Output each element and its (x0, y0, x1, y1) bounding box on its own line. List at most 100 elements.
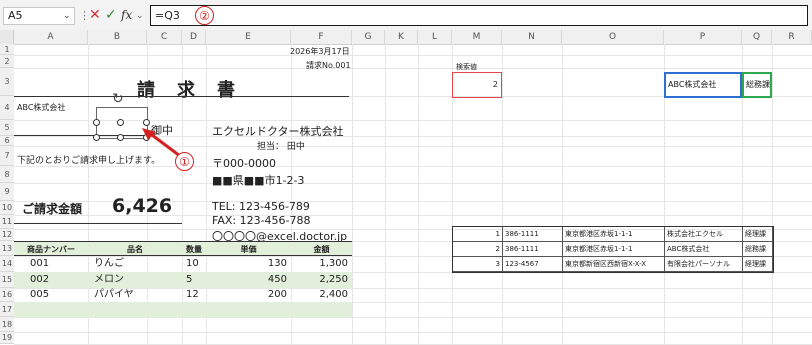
table-cell[interactable]: りんご (88, 256, 182, 272)
row-header[interactable]: 19 (0, 332, 14, 344)
row-header[interactable]: 7 (0, 146, 14, 166)
row-header[interactable]: 12 (0, 229, 14, 241)
table-cell[interactable] (88, 302, 182, 317)
row-gridline (14, 332, 812, 333)
table-cell[interactable]: 2,400 (291, 288, 352, 302)
master-table-cell[interactable]: 経理課 (743, 257, 773, 272)
table-cell[interactable]: 450 (206, 272, 291, 288)
table-cell[interactable]: 200 (206, 288, 291, 302)
cancel-icon[interactable]: ✕ (89, 6, 101, 24)
chevron-down-icon[interactable]: ⌄ (63, 7, 71, 25)
row-header[interactable]: 3 (0, 68, 14, 96)
column-header[interactable]: F (291, 30, 352, 44)
row-header[interactable]: 15 (0, 272, 14, 288)
select-all-corner[interactable] (0, 30, 14, 44)
table-header-cell[interactable]: 品名 (88, 241, 182, 256)
row-header[interactable]: 16 (0, 288, 14, 302)
resize-handle[interactable] (117, 134, 124, 141)
column-header[interactable]: N (502, 30, 562, 44)
amount-underline (14, 223, 182, 224)
master-table-cell[interactable]: 3 (453, 257, 503, 272)
row-header[interactable]: 1 (0, 44, 14, 55)
master-table-cell[interactable]: 386-1111 (503, 242, 563, 257)
column-header[interactable]: M (452, 30, 502, 44)
column-header[interactable]: E (206, 30, 291, 44)
column-header[interactable]: A (14, 30, 88, 44)
table-cell[interactable]: 2,250 (291, 272, 352, 288)
table-cell[interactable] (14, 302, 88, 317)
row-header[interactable]: 18 (0, 317, 14, 332)
table-cell[interactable] (182, 302, 206, 317)
table-cell[interactable]: パパイヤ (88, 288, 182, 302)
master-table-cell[interactable]: 有限会社パーソナル (665, 257, 743, 272)
resize-handle[interactable] (143, 119, 150, 126)
master-table-cell[interactable]: 東京都港区赤坂1-1-1 (563, 242, 665, 257)
resize-handle[interactable] (117, 119, 124, 126)
master-table-cell[interactable]: 123-4567 (503, 257, 563, 272)
result-dept-cell[interactable]: 総務課 (742, 72, 772, 98)
row-header[interactable]: 14 (0, 256, 14, 272)
column-header[interactable]: B (88, 30, 147, 44)
sender-company: エクセルドクター株式会社 (212, 125, 344, 138)
table-cell[interactable]: 002 (14, 272, 88, 288)
column-header[interactable]: L (418, 30, 452, 44)
table-cell[interactable] (206, 317, 291, 332)
master-table-cell[interactable]: ABC株式会社 (665, 242, 743, 257)
master-table-cell[interactable]: 東京都港区赤坂1-1-1 (563, 227, 665, 242)
table-cell[interactable]: メロン (88, 272, 182, 288)
master-table-cell[interactable]: 総務課 (743, 242, 773, 257)
table-header-cell[interactable]: 金額 (291, 241, 352, 256)
row-header[interactable]: 8 (0, 166, 14, 183)
table-header-cell[interactable]: 数量 (182, 241, 206, 256)
table-cell[interactable] (14, 317, 88, 332)
table-cell[interactable] (291, 302, 352, 317)
column-header[interactable]: G (352, 30, 385, 44)
row-header[interactable]: 4 (0, 96, 14, 120)
table-cell[interactable] (182, 317, 206, 332)
master-table-cell[interactable]: 東京都新宿区西新宿X-X-X (563, 257, 665, 272)
column-header[interactable]: Q (742, 30, 772, 44)
resize-handle[interactable] (93, 134, 100, 141)
table-cell[interactable]: 005 (14, 288, 88, 302)
table-cell[interactable] (291, 317, 352, 332)
row-header[interactable]: 11 (0, 215, 14, 229)
master-table-cell[interactable]: 1 (453, 227, 503, 242)
table-cell[interactable]: 001 (14, 256, 88, 272)
row-header[interactable]: 6 (0, 136, 14, 146)
row-header[interactable]: 5 (0, 120, 14, 136)
row-header[interactable]: 10 (0, 201, 14, 215)
column-header[interactable]: O (562, 30, 664, 44)
result-company-cell[interactable]: ABC株式会社 (664, 72, 742, 98)
column-header[interactable]: R (772, 30, 812, 44)
invoice-note: 下記のとおりご請求申し上げます。 (17, 156, 161, 166)
formula-input[interactable]: =Q3 (150, 5, 808, 26)
row-header[interactable]: 9 (0, 183, 14, 201)
row-header[interactable]: 13 (0, 241, 14, 256)
table-cell[interactable] (88, 317, 182, 332)
table-cell[interactable] (206, 302, 291, 317)
column-header[interactable]: P (664, 30, 742, 44)
table-cell[interactable]: 130 (206, 256, 291, 272)
insert-function-icon[interactable]: fx (121, 6, 132, 24)
resize-handle[interactable] (93, 119, 100, 126)
rotate-handle-icon[interactable]: ↻ (112, 91, 124, 107)
table-cell[interactable]: 5 (182, 272, 206, 288)
column-header[interactable]: K (385, 30, 418, 44)
row-header[interactable]: 2 (0, 55, 14, 68)
master-table-cell[interactable]: 株式会社エクセル (665, 227, 743, 242)
column-header[interactable]: C (147, 30, 182, 44)
enter-check-icon[interactable]: ✓ (105, 6, 117, 24)
chevron-down-icon[interactable]: ⌄ (136, 7, 144, 25)
master-table-cell[interactable]: 2 (453, 242, 503, 257)
table-header-cell[interactable]: 単価 (206, 241, 291, 256)
table-cell[interactable]: 12 (182, 288, 206, 302)
master-table-cell[interactable]: 386-1111 (503, 227, 563, 242)
row-header[interactable]: 17 (0, 302, 14, 317)
table-cell[interactable]: 10 (182, 256, 206, 272)
row-gridline (14, 183, 812, 184)
column-header[interactable]: D (182, 30, 206, 44)
lookup-value-cell[interactable]: 2 (452, 72, 502, 98)
table-cell[interactable]: 1,300 (291, 256, 352, 272)
master-table-cell[interactable]: 経理課 (743, 227, 773, 242)
table-header-cell[interactable]: 商品ナンバー (14, 241, 88, 256)
